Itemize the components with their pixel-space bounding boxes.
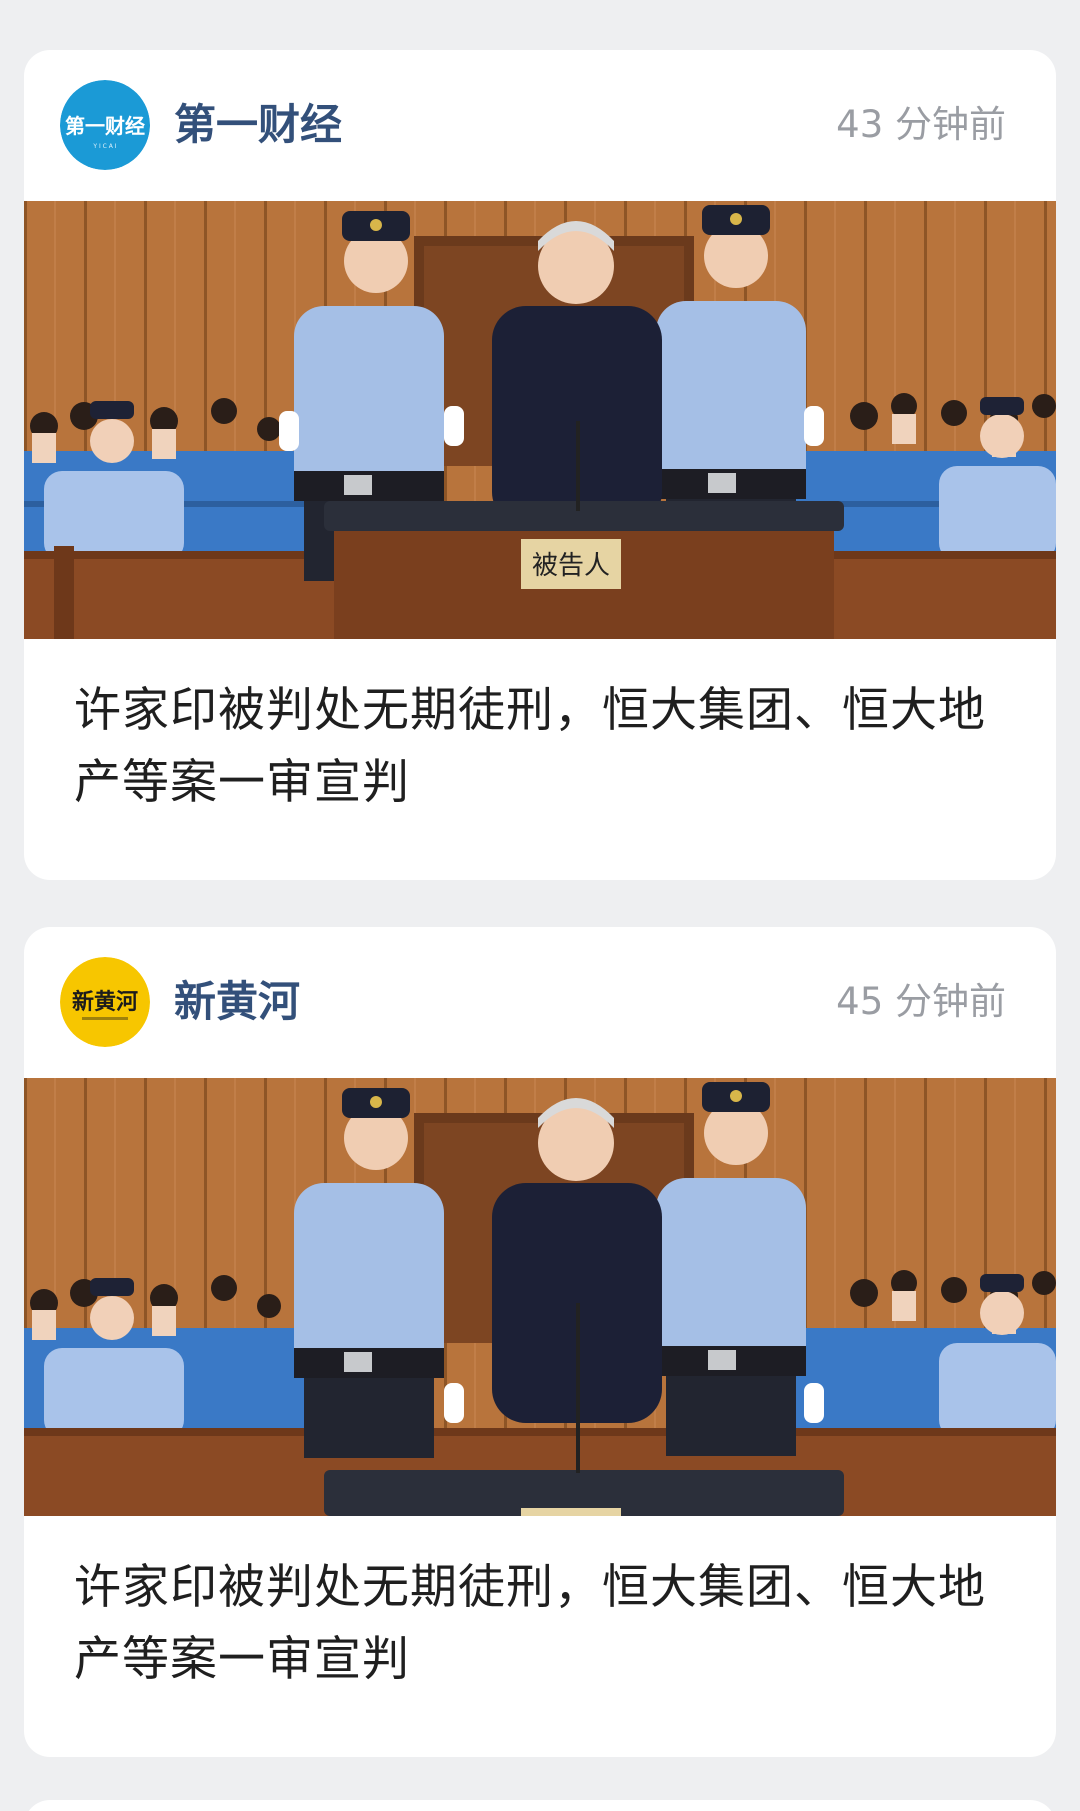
source-name[interactable]: 第一财经 [174,95,342,155]
news-card-partial[interactable] [24,1800,1056,1811]
svg-text:Y I C A I: Y I C A I [92,143,116,150]
news-card[interactable]: 新黄河 新黄河 45 分钟前 许家印被判处无期徒刑，恒大集团、恒大地产等案一审宣… [24,927,1056,1757]
card-header: 新黄河 新黄河 45 分钟前 [24,927,1056,1078]
news-photo[interactable]: 被告人 [24,201,1056,639]
timestamp: 45 分钟前 [836,980,1006,1023]
news-photo[interactable] [24,1078,1056,1516]
news-card[interactable]: 第一财经 Y I C A I 第一财经 43 分钟前 被告人 许家印被判处无期徒… [24,50,1056,880]
news-feed: 第一财经 Y I C A I 第一财经 43 分钟前 被告人 许家印被判处无期徒… [0,0,1080,1811]
card-header: 第一财经 Y I C A I 第一财经 43 分钟前 [24,50,1056,201]
timestamp: 43 分钟前 [836,103,1006,146]
news-headline[interactable]: 许家印被判处无期徒刑，恒大集团、恒大地产等案一审宣判 [24,639,1056,819]
defendant-sign: 被告人 [532,551,610,581]
news-headline[interactable]: 许家印被判处无期徒刑，恒大集团、恒大地产等案一审宣判 [24,1516,1056,1696]
source-avatar[interactable]: 第一财经 Y I C A I [60,80,150,170]
logo-lettering: 第一财经 [65,114,145,138]
yicai-logo-icon: 第一财经 Y I C A I [60,80,150,170]
xinhuanghe-logo-icon: 新黄河 [60,957,150,1047]
source-name[interactable]: 新黄河 [174,972,300,1032]
logo-lettering: 新黄河 [72,989,138,1015]
source-avatar[interactable]: 新黄河 [60,957,150,1047]
